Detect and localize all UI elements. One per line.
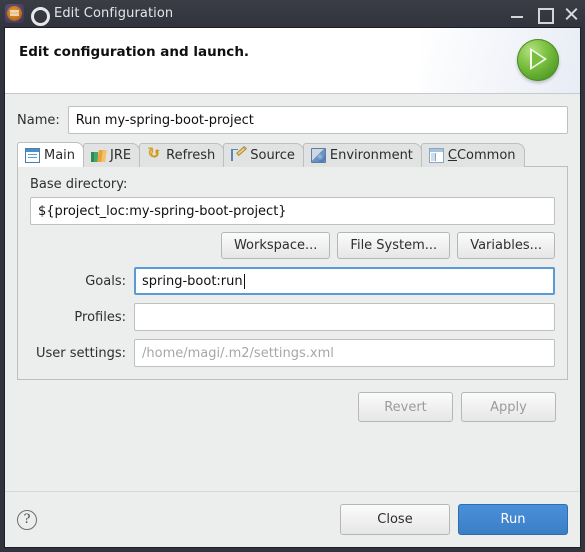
user-settings-input[interactable]: /home/magi/.m2/settings.xml <box>134 339 555 367</box>
tab-environment[interactable]: Environment <box>302 143 422 167</box>
goals-value: spring-boot:run <box>142 273 243 289</box>
tab-main-label: Main <box>44 147 76 163</box>
base-directory-input[interactable]: ${project_loc:my-spring-boot-project} <box>30 197 555 225</box>
tab-refresh[interactable]: Refresh <box>139 143 225 167</box>
tab-jre[interactable]: JRE <box>83 143 141 167</box>
dialog-body: Edit configuration and launch. Name: Run… <box>4 27 581 548</box>
user-settings-label: User settings: <box>36 345 126 361</box>
tab-environment-label: Environment <box>329 148 413 163</box>
help-icon[interactable]: ? <box>17 509 37 530</box>
close-icon[interactable] <box>563 6 579 22</box>
file-system-button[interactable]: File System... <box>337 232 451 259</box>
profiles-label: Profiles: <box>74 309 126 325</box>
tab-source[interactable]: Source <box>223 143 304 167</box>
eclipse-gear-icon <box>5 4 24 23</box>
profiles-input[interactable] <box>134 303 555 331</box>
environment-monitor-icon <box>310 148 326 163</box>
main-tab-panel: Base directory: ${project_loc:my-spring-… <box>17 166 568 380</box>
refresh-icon <box>147 144 162 163</box>
profiles-row: Profiles: <box>30 303 555 331</box>
goals-input[interactable]: spring-boot:run <box>134 267 555 295</box>
dialog-banner: Edit configuration and launch. <box>5 28 580 94</box>
tab-bar-filler <box>523 166 568 167</box>
base-directory-label: Base directory: <box>30 177 128 192</box>
config-circle-icon <box>29 5 50 26</box>
title-bar: Edit Configuration <box>0 0 585 27</box>
apply-button[interactable]: Apply <box>461 392 556 422</box>
window-title: Edit Configuration <box>54 6 174 21</box>
dialog-content: Name: Run my-spring-boot-project Main JR… <box>5 94 580 491</box>
minimize-icon[interactable] <box>509 6 525 22</box>
name-label: Name: <box>17 112 60 128</box>
text-caret <box>243 273 245 289</box>
maximize-icon[interactable] <box>536 6 554 24</box>
common-panel-icon <box>428 148 444 163</box>
window-controls <box>509 0 579 27</box>
books-icon <box>91 148 106 163</box>
green-run-ball-icon <box>514 36 562 84</box>
goals-row: Goals: spring-boot:run <box>30 267 555 295</box>
apply-buttons-row: Revert Apply <box>17 380 568 422</box>
dialog-footer: ? Close Run <box>5 491 580 547</box>
run-button[interactable]: Run <box>458 504 568 535</box>
user-settings-row: User settings: /home/magi/.m2/settings.x… <box>30 339 555 367</box>
tab-refresh-label: Refresh <box>166 148 216 163</box>
tab-main[interactable]: Main <box>17 142 85 167</box>
banner-title: Edit configuration and launch. <box>19 44 250 60</box>
close-button[interactable]: Close <box>340 504 450 535</box>
document-icon <box>25 147 40 163</box>
tab-common-label: Common <box>456 148 516 163</box>
workspace-button[interactable]: Workspace... <box>220 232 331 259</box>
variables-button[interactable]: Variables... <box>457 232 555 259</box>
goals-label: Goals: <box>85 273 126 289</box>
tab-jre-label: JRE <box>110 148 132 163</box>
revert-button[interactable]: Revert <box>358 392 453 422</box>
name-row: Name: Run my-spring-boot-project <box>17 106 568 134</box>
source-pencil-icon <box>231 145 248 163</box>
run-triangle-inner <box>532 51 544 67</box>
tab-source-label: Source <box>250 148 295 163</box>
tab-bar: Main JRE Refresh Source Environment <box>17 142 568 167</box>
directory-buttons-row: Workspace... File System... Variables... <box>30 232 555 259</box>
edit-configuration-window: Edit Configuration Edit configuration an… <box>0 0 585 552</box>
name-input[interactable]: Run my-spring-boot-project <box>67 106 568 134</box>
tab-common[interactable]: CCommon <box>420 143 525 167</box>
tab-common-mnemonic: C <box>447 148 457 163</box>
